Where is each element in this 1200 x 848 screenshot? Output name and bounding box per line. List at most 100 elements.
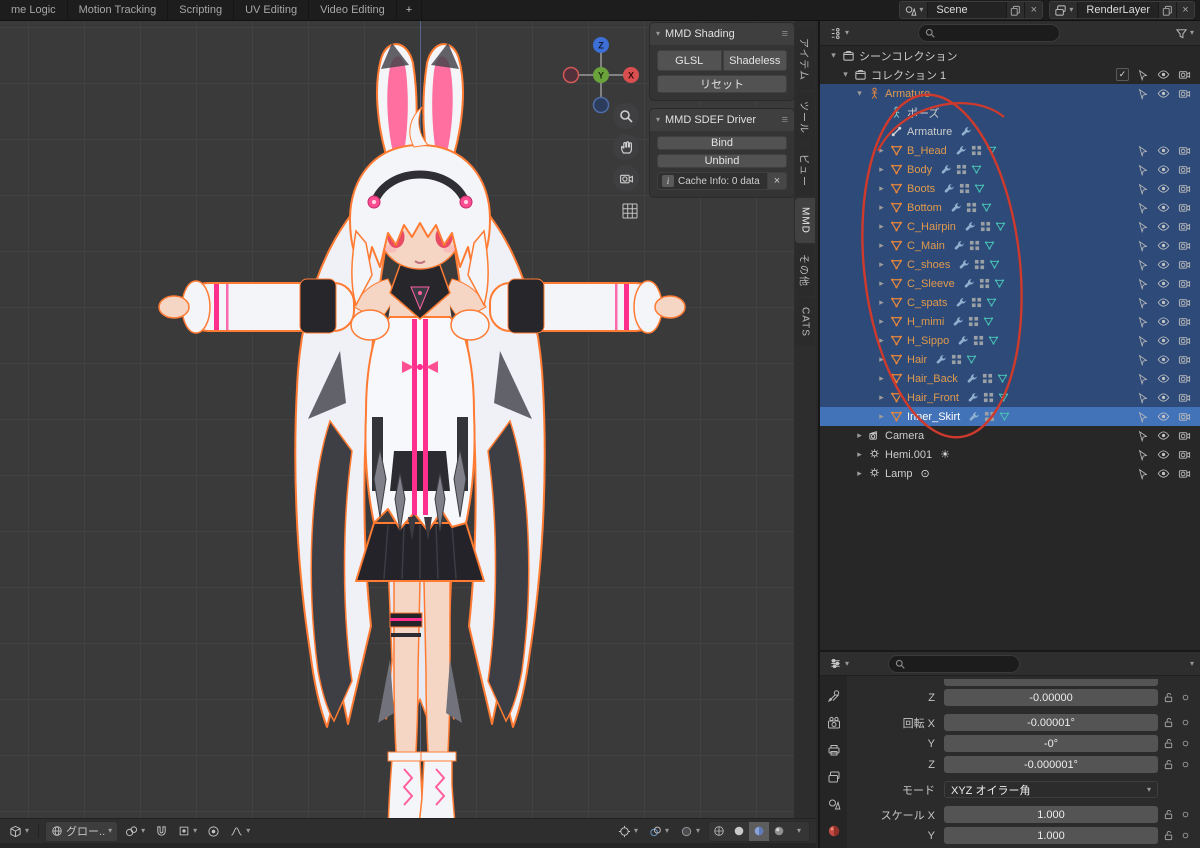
mesh-name[interactable]: B_Head [907, 145, 947, 157]
number-field[interactable]: -0.00000 [944, 689, 1158, 706]
expand-icon[interactable]: ▸ [853, 468, 866, 479]
expand-icon[interactable]: ▸ [875, 259, 888, 270]
mesh-name[interactable]: Hair_Front [907, 392, 959, 404]
n-panel-tab[interactable]: アイテム [795, 29, 815, 90]
tab-material[interactable] [825, 823, 843, 839]
expand-icon[interactable]: ▸ [875, 335, 888, 346]
vertex-grid-icon[interactable] [983, 392, 994, 403]
wrench-icon[interactable] [958, 259, 970, 271]
hide-eye-icon[interactable] [1157, 467, 1170, 480]
hide-eye-icon[interactable] [1157, 220, 1170, 233]
expand-icon[interactable]: ▸ [875, 373, 888, 384]
viewlayer-browse-button[interactable]: ▾ [1050, 2, 1079, 18]
mesh-name[interactable]: C_Main [907, 240, 945, 252]
render-visibility-icon[interactable] [1178, 467, 1191, 480]
selectable-icon[interactable] [1137, 164, 1149, 176]
hide-eye-icon[interactable] [1157, 144, 1170, 157]
expand-icon[interactable]: ▸ [875, 145, 888, 156]
lock-icon[interactable] [1158, 830, 1178, 841]
mesh-name[interactable]: Hair_Back [907, 373, 958, 385]
render-visibility-icon[interactable] [1178, 239, 1191, 252]
lock-icon[interactable] [1158, 717, 1178, 728]
render-visibility-icon[interactable] [1178, 334, 1191, 347]
hide-eye-icon[interactable] [1157, 68, 1170, 81]
render-visibility-icon[interactable] [1178, 296, 1191, 309]
selectable-icon[interactable] [1137, 88, 1149, 100]
selectable-icon[interactable] [1137, 449, 1149, 461]
vertex-grid-icon[interactable] [982, 373, 993, 384]
outliner-mesh-row[interactable]: ▸ Hair_Front [820, 388, 1200, 407]
hide-eye-icon[interactable] [1157, 448, 1170, 461]
armature-object-name[interactable]: Armature [885, 88, 930, 100]
hide-eye-icon[interactable] [1157, 353, 1170, 366]
expand-icon[interactable]: ▸ [875, 297, 888, 308]
selectable-icon[interactable] [1137, 392, 1149, 404]
lamp-name[interactable]: Lamp [885, 468, 913, 480]
workspace-tab[interactable]: Motion Tracking [68, 0, 169, 20]
selectable-icon[interactable] [1137, 430, 1149, 442]
tab-render[interactable] [825, 715, 843, 731]
render-visibility-icon[interactable] [1178, 182, 1191, 195]
hide-eye-icon[interactable] [1157, 334, 1170, 347]
expand-icon[interactable]: ▸ [853, 449, 866, 460]
wrench-icon[interactable] [953, 240, 965, 252]
cache-clear-button[interactable]: × [767, 172, 787, 190]
hide-eye-icon[interactable] [1157, 87, 1170, 100]
mesh-name[interactable]: C_Sleeve [907, 278, 955, 290]
mesh-icon[interactable] [997, 373, 1008, 384]
n-panel-tab[interactable]: その他 [795, 244, 815, 296]
outliner-row-armature-data[interactable]: Armature [820, 122, 1200, 141]
lock-icon[interactable] [1158, 759, 1178, 770]
mmd-sdef-header[interactable]: ▾ MMD SDEF Driver ≡ [650, 109, 794, 131]
lock-icon[interactable] [1158, 809, 1178, 820]
wrench-icon[interactable] [963, 278, 975, 290]
workspace-tab[interactable]: Scripting [168, 0, 235, 20]
selectable-icon[interactable] [1137, 69, 1149, 81]
collection-checkbox[interactable]: ✓ [1116, 68, 1129, 81]
render-visibility-icon[interactable] [1178, 87, 1191, 100]
tab-output[interactable] [825, 742, 843, 758]
workspace-tab[interactable]: me Logic [0, 0, 68, 20]
expand-icon[interactable]: ▸ [875, 411, 888, 422]
vertex-grid-icon[interactable] [956, 164, 967, 175]
snap-toggle[interactable] [152, 822, 171, 841]
outliner-editor-type-button[interactable]: ▾ [826, 24, 852, 43]
add-workspace-button[interactable]: + [397, 0, 423, 20]
wrench-icon[interactable] [952, 316, 964, 328]
mesh-icon[interactable] [971, 164, 982, 175]
mesh-icon[interactable] [966, 354, 977, 365]
render-visibility-icon[interactable] [1178, 220, 1191, 233]
workspace-tab[interactable]: Video Editing [309, 0, 397, 20]
scene-collection-name[interactable]: シーンコレクション [859, 48, 957, 64]
shading-dropdown[interactable]: ▾ [789, 822, 809, 841]
vertex-grid-icon[interactable] [974, 259, 985, 270]
outliner-mesh-row[interactable]: ▸ C_Hairpin [820, 217, 1200, 236]
animate-dot-icon[interactable] [1178, 810, 1192, 819]
outliner-mesh-row[interactable]: ▸ Hair [820, 350, 1200, 369]
unlink-scene-button[interactable]: × [1024, 2, 1043, 18]
shading-solid-button[interactable] [729, 822, 749, 841]
glsl-button[interactable]: GLSL [657, 50, 722, 71]
collapse-icon[interactable]: ▾ [827, 50, 840, 61]
n-panel-tab[interactable]: MMD [795, 198, 815, 243]
wrench-icon[interactable] [960, 126, 972, 138]
pose-name[interactable]: ポーズ [907, 105, 939, 121]
viewlayer-name[interactable]: RenderLayer [1078, 4, 1158, 16]
render-visibility-icon[interactable] [1178, 448, 1191, 461]
mesh-icon[interactable] [988, 335, 999, 346]
properties-search-input[interactable] [888, 654, 1021, 673]
selectable-icon[interactable] [1137, 297, 1149, 309]
wrench-icon[interactable] [940, 164, 952, 176]
outliner-row-collection[interactable]: ▾ コレクション 1 ✓ [820, 65, 1200, 84]
expand-icon[interactable]: ▸ [875, 278, 888, 289]
animate-dot-icon[interactable] [1178, 760, 1192, 769]
hide-eye-icon[interactable] [1157, 277, 1170, 290]
render-visibility-icon[interactable] [1178, 391, 1191, 404]
selectable-icon[interactable] [1137, 468, 1149, 480]
vertex-grid-icon[interactable] [966, 202, 977, 213]
n-panel-tab[interactable]: ビュー [795, 145, 815, 196]
wrench-icon[interactable] [950, 202, 962, 214]
camera-name[interactable]: Camera [885, 430, 924, 442]
wrench-icon[interactable] [935, 354, 947, 366]
vertex-grid-icon[interactable] [979, 278, 990, 289]
